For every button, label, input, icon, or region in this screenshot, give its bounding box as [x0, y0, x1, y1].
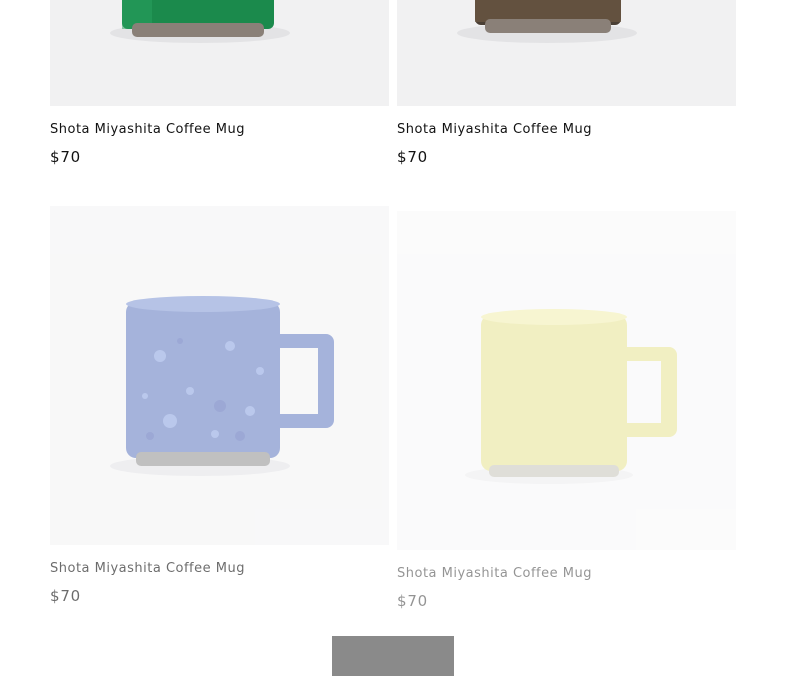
product-card[interactable]: Shota Miyashita Coffee Mug $70 [397, 211, 736, 610]
blue-mug-image [110, 296, 334, 476]
product-image[interactable] [397, 211, 736, 550]
product-price: $70 [397, 148, 429, 166]
product-title[interactable]: Shota Miyashita Coffee Mug [50, 561, 389, 577]
product-price: $70 [397, 592, 429, 610]
yellow-mug-image [465, 309, 677, 484]
product-title[interactable]: Shota Miyashita Coffee Mug [50, 122, 389, 138]
product-title[interactable]: Shota Miyashita Coffee Mug [397, 566, 736, 582]
product-card[interactable]: Shota Miyashita Coffee Mug $70 [50, 0, 389, 166]
product-card[interactable]: Shota Miyashita Coffee Mug $70 [397, 0, 736, 166]
product-image[interactable] [397, 0, 736, 106]
product-title[interactable]: Shota Miyashita Coffee Mug [397, 122, 736, 138]
green-mug-image [50, 0, 389, 106]
product-price: $70 [50, 148, 82, 166]
product-image[interactable] [50, 206, 389, 545]
brown-mug-image [397, 0, 736, 106]
product-price: $70 [50, 587, 82, 605]
load-more-button[interactable] [332, 636, 454, 676]
product-image[interactable] [50, 0, 389, 106]
product-card[interactable]: Shota Miyashita Coffee Mug $70 [50, 206, 389, 605]
